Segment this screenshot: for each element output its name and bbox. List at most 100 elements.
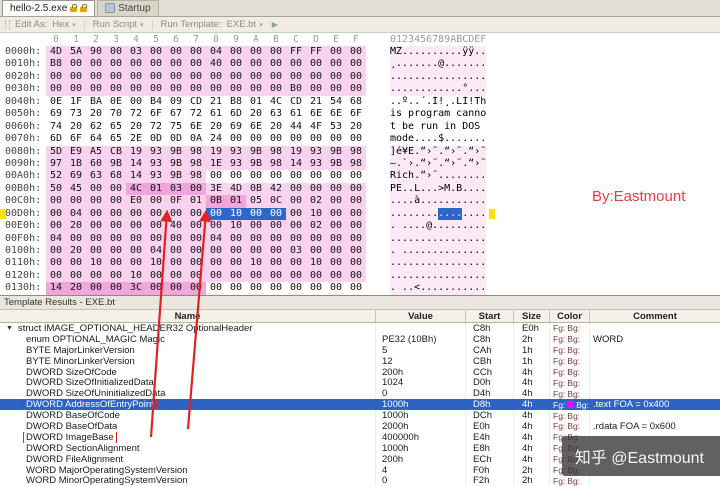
hex-byte[interactable]: 00	[286, 182, 306, 196]
toolbar-grip-icon[interactable]	[5, 19, 10, 30]
hex-byte[interactable]: FF	[306, 46, 326, 59]
hex-byte[interactable]: 0B	[206, 195, 226, 208]
hex-byte[interactable]: 61	[286, 108, 306, 120]
hex-byte[interactable]: 00	[126, 58, 146, 71]
hex-byte[interactable]: 00	[186, 182, 206, 196]
hex-byte[interactable]: 2E	[126, 133, 146, 145]
hex-byte[interactable]: 00	[286, 195, 306, 208]
ascii-char[interactable]: .	[480, 183, 486, 195]
ascii-char[interactable]: .	[480, 270, 486, 282]
hex-byte[interactable]: 00	[346, 232, 366, 246]
hex-byte[interactable]: 00	[126, 220, 146, 233]
hex-byte[interactable]: 1F	[66, 96, 86, 108]
hex-byte[interactable]: 00	[346, 46, 366, 59]
hex-byte[interactable]: 98	[186, 145, 206, 158]
hex-byte[interactable]: 4F	[306, 121, 326, 133]
hex-byte[interactable]: 00	[286, 232, 306, 246]
chevron-down-icon[interactable]: ▾	[72, 21, 76, 29]
hex-byte[interactable]: 5D	[46, 145, 66, 158]
hex-byte[interactable]: 00	[346, 83, 366, 96]
hex-byte[interactable]: 00	[326, 257, 346, 270]
hex-byte[interactable]: 00	[106, 220, 126, 233]
hex-byte[interactable]: 00	[306, 170, 326, 182]
hex-byte[interactable]: 20	[266, 121, 286, 133]
hex-byte[interactable]: 00	[166, 257, 186, 270]
hex-byte[interactable]: 52	[46, 170, 66, 183]
hex-byte[interactable]: 70	[106, 108, 126, 120]
hex-byte[interactable]: 01	[246, 96, 266, 108]
hex-byte[interactable]: 03	[166, 182, 186, 196]
hex-byte[interactable]: 00	[266, 46, 286, 59]
hex-byte[interactable]: 00	[246, 245, 266, 258]
hex-byte[interactable]: 4D	[46, 46, 66, 59]
hex-byte[interactable]: 00	[86, 245, 106, 258]
hex-byte[interactable]: 00	[326, 232, 346, 246]
hex-byte[interactable]: 54	[326, 96, 346, 108]
hex-byte[interactable]: 69	[226, 121, 246, 133]
hex-byte[interactable]: 00	[326, 269, 346, 283]
hex-byte[interactable]: 00	[146, 46, 166, 59]
run-script-dropdown[interactable]: Run Script	[93, 19, 137, 30]
hex-byte[interactable]: 00	[46, 207, 66, 221]
hex-byte[interactable]: 00	[166, 83, 186, 96]
hex-byte[interactable]: 00	[186, 207, 206, 221]
hex-byte[interactable]: 0A	[186, 133, 206, 145]
hex-byte[interactable]: 6D	[46, 133, 66, 145]
hex-byte[interactable]: 20	[66, 220, 86, 233]
hex-byte[interactable]: 01	[226, 195, 246, 208]
hex-byte[interactable]: 00	[106, 195, 126, 208]
tab-hello-exe[interactable]: hello-2.5.exe	[2, 0, 96, 16]
hex-byte[interactable]: 00	[186, 282, 206, 295]
hex-byte[interactable]: 53	[326, 121, 346, 133]
hex-byte[interactable]: 00	[266, 207, 286, 221]
hex-byte[interactable]: 9B	[166, 170, 186, 183]
hex-byte[interactable]: 64	[86, 133, 106, 145]
hex-byte[interactable]: 72	[126, 108, 146, 120]
hex-byte[interactable]: 45	[66, 182, 86, 196]
hex-byte[interactable]: 00	[266, 269, 286, 283]
hex-byte[interactable]: 00	[126, 257, 146, 270]
hex-byte[interactable]: 00	[166, 207, 186, 221]
hex-byte[interactable]: 00	[166, 232, 186, 246]
hex-byte[interactable]: 20	[86, 108, 106, 120]
hex-byte[interactable]: 20	[126, 121, 146, 133]
hex-byte[interactable]: 98	[186, 170, 206, 183]
hex-byte[interactable]: 00	[326, 58, 346, 71]
hex-byte[interactable]: 00	[46, 83, 66, 96]
hex-byte[interactable]: 63	[86, 170, 106, 183]
hex-byte[interactable]: 72	[146, 121, 166, 133]
hex-byte[interactable]: 00	[306, 83, 326, 96]
hex-byte[interactable]: 00	[106, 282, 126, 295]
hex-byte[interactable]: 00	[86, 232, 106, 246]
hex-byte[interactable]: 00	[46, 195, 66, 208]
hex-byte[interactable]: 02	[306, 220, 326, 233]
hex-byte[interactable]: 00	[246, 220, 266, 233]
hex-byte[interactable]: 00	[266, 58, 286, 71]
hex-byte[interactable]: 00	[146, 195, 166, 208]
ascii-char[interactable]: .	[480, 282, 486, 294]
hex-byte[interactable]: 72	[186, 108, 206, 120]
hex-byte[interactable]: 00	[46, 70, 66, 84]
hex-byte[interactable]: 00	[226, 70, 246, 84]
hex-byte[interactable]: 00	[286, 70, 306, 84]
hex-byte[interactable]: 00	[106, 269, 126, 283]
hex-byte[interactable]: 00	[66, 232, 86, 246]
hex-byte[interactable]: 65	[106, 121, 126, 133]
hex-byte[interactable]: 98	[266, 145, 286, 158]
hex-byte[interactable]: 61	[206, 108, 226, 120]
hex-byte[interactable]: 00	[286, 133, 306, 145]
hex-byte[interactable]: 3C	[126, 282, 146, 295]
hex-byte[interactable]: CB	[106, 145, 126, 158]
hex-byte[interactable]: 5A	[66, 46, 86, 59]
hex-byte[interactable]: 20	[66, 245, 86, 258]
hex-byte[interactable]: 05	[246, 195, 266, 208]
hex-byte[interactable]: 00	[86, 195, 106, 208]
hex-byte[interactable]: 01	[146, 182, 166, 196]
template-row[interactable]: BYTE MajorLinkerVersion 5 CAh 1h Fg: Bg:	[0, 344, 720, 356]
hex-byte[interactable]: 00	[346, 182, 366, 196]
hex-byte[interactable]: 00	[326, 245, 346, 258]
hex-byte[interactable]: 00	[186, 70, 206, 84]
hex-byte[interactable]: 21	[306, 96, 326, 108]
hex-byte[interactable]: 04	[206, 46, 226, 59]
hex-byte[interactable]: 10	[226, 220, 246, 233]
